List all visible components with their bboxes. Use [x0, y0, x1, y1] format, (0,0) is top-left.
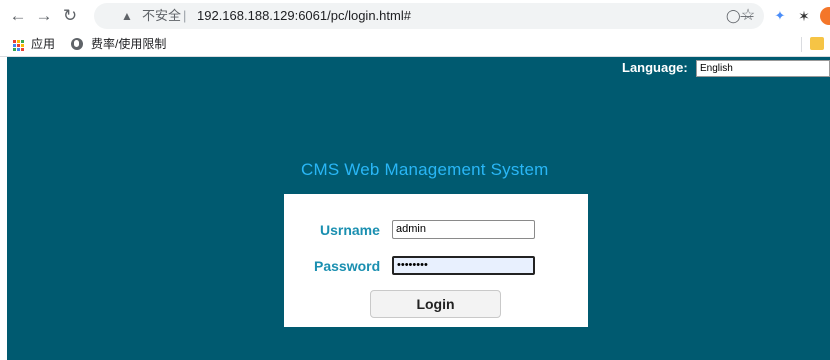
apps-grid-icon[interactable] [13, 40, 24, 51]
address-bar[interactable]: ▲ 不安全 | 192.168.188.129:6061/pc/login.ht… [94, 3, 764, 29]
login-button[interactable]: Login [370, 290, 501, 318]
bookmark-rate-limit[interactable]: 费率/使用限制 [91, 32, 166, 57]
reload-icon[interactable]: ↻ [60, 6, 80, 26]
profile-avatar-icon[interactable] [820, 7, 830, 25]
bookmark-apps[interactable]: 应用 [31, 32, 55, 57]
page-title: CMS Web Management System [301, 160, 549, 179]
browser-toolbar: ← → ↻ ▲ 不安全 | 192.168.188.129:6061/pc/lo… [0, 0, 830, 32]
extension-bird-icon[interactable]: ✦ [771, 7, 789, 25]
language-label: Language: [622, 60, 688, 75]
forward-arrow-icon[interactable]: → [34, 6, 54, 26]
username-input[interactable]: admin [392, 220, 535, 239]
bookmarks-bar: 应用 费率/使用限制 [0, 32, 830, 57]
login-panel: Usrname admin Password •••••••• Login [284, 194, 588, 327]
folder-icon[interactable] [810, 37, 824, 50]
security-status[interactable]: 不安全 [142, 3, 181, 29]
login-page: Language: English CMS Web Management Sys… [7, 57, 830, 360]
warning-icon[interactable]: ▲ [121, 3, 133, 29]
password-label: Password [314, 258, 381, 274]
bookmark-star-icon[interactable]: ☆ [738, 6, 758, 26]
address-separator: | [183, 8, 187, 23]
extension-puzzle-icon[interactable]: ✶ [795, 7, 813, 25]
username-label: Usrname [320, 222, 380, 238]
globe-icon [71, 38, 83, 50]
back-arrow-icon[interactable]: ← [8, 6, 28, 26]
url-text[interactable]: 192.168.188.129:6061/pc/login.html# [197, 3, 411, 29]
language-select[interactable]: English [696, 60, 830, 77]
bookmarks-divider [801, 37, 802, 52]
password-input[interactable]: •••••••• [392, 256, 535, 275]
